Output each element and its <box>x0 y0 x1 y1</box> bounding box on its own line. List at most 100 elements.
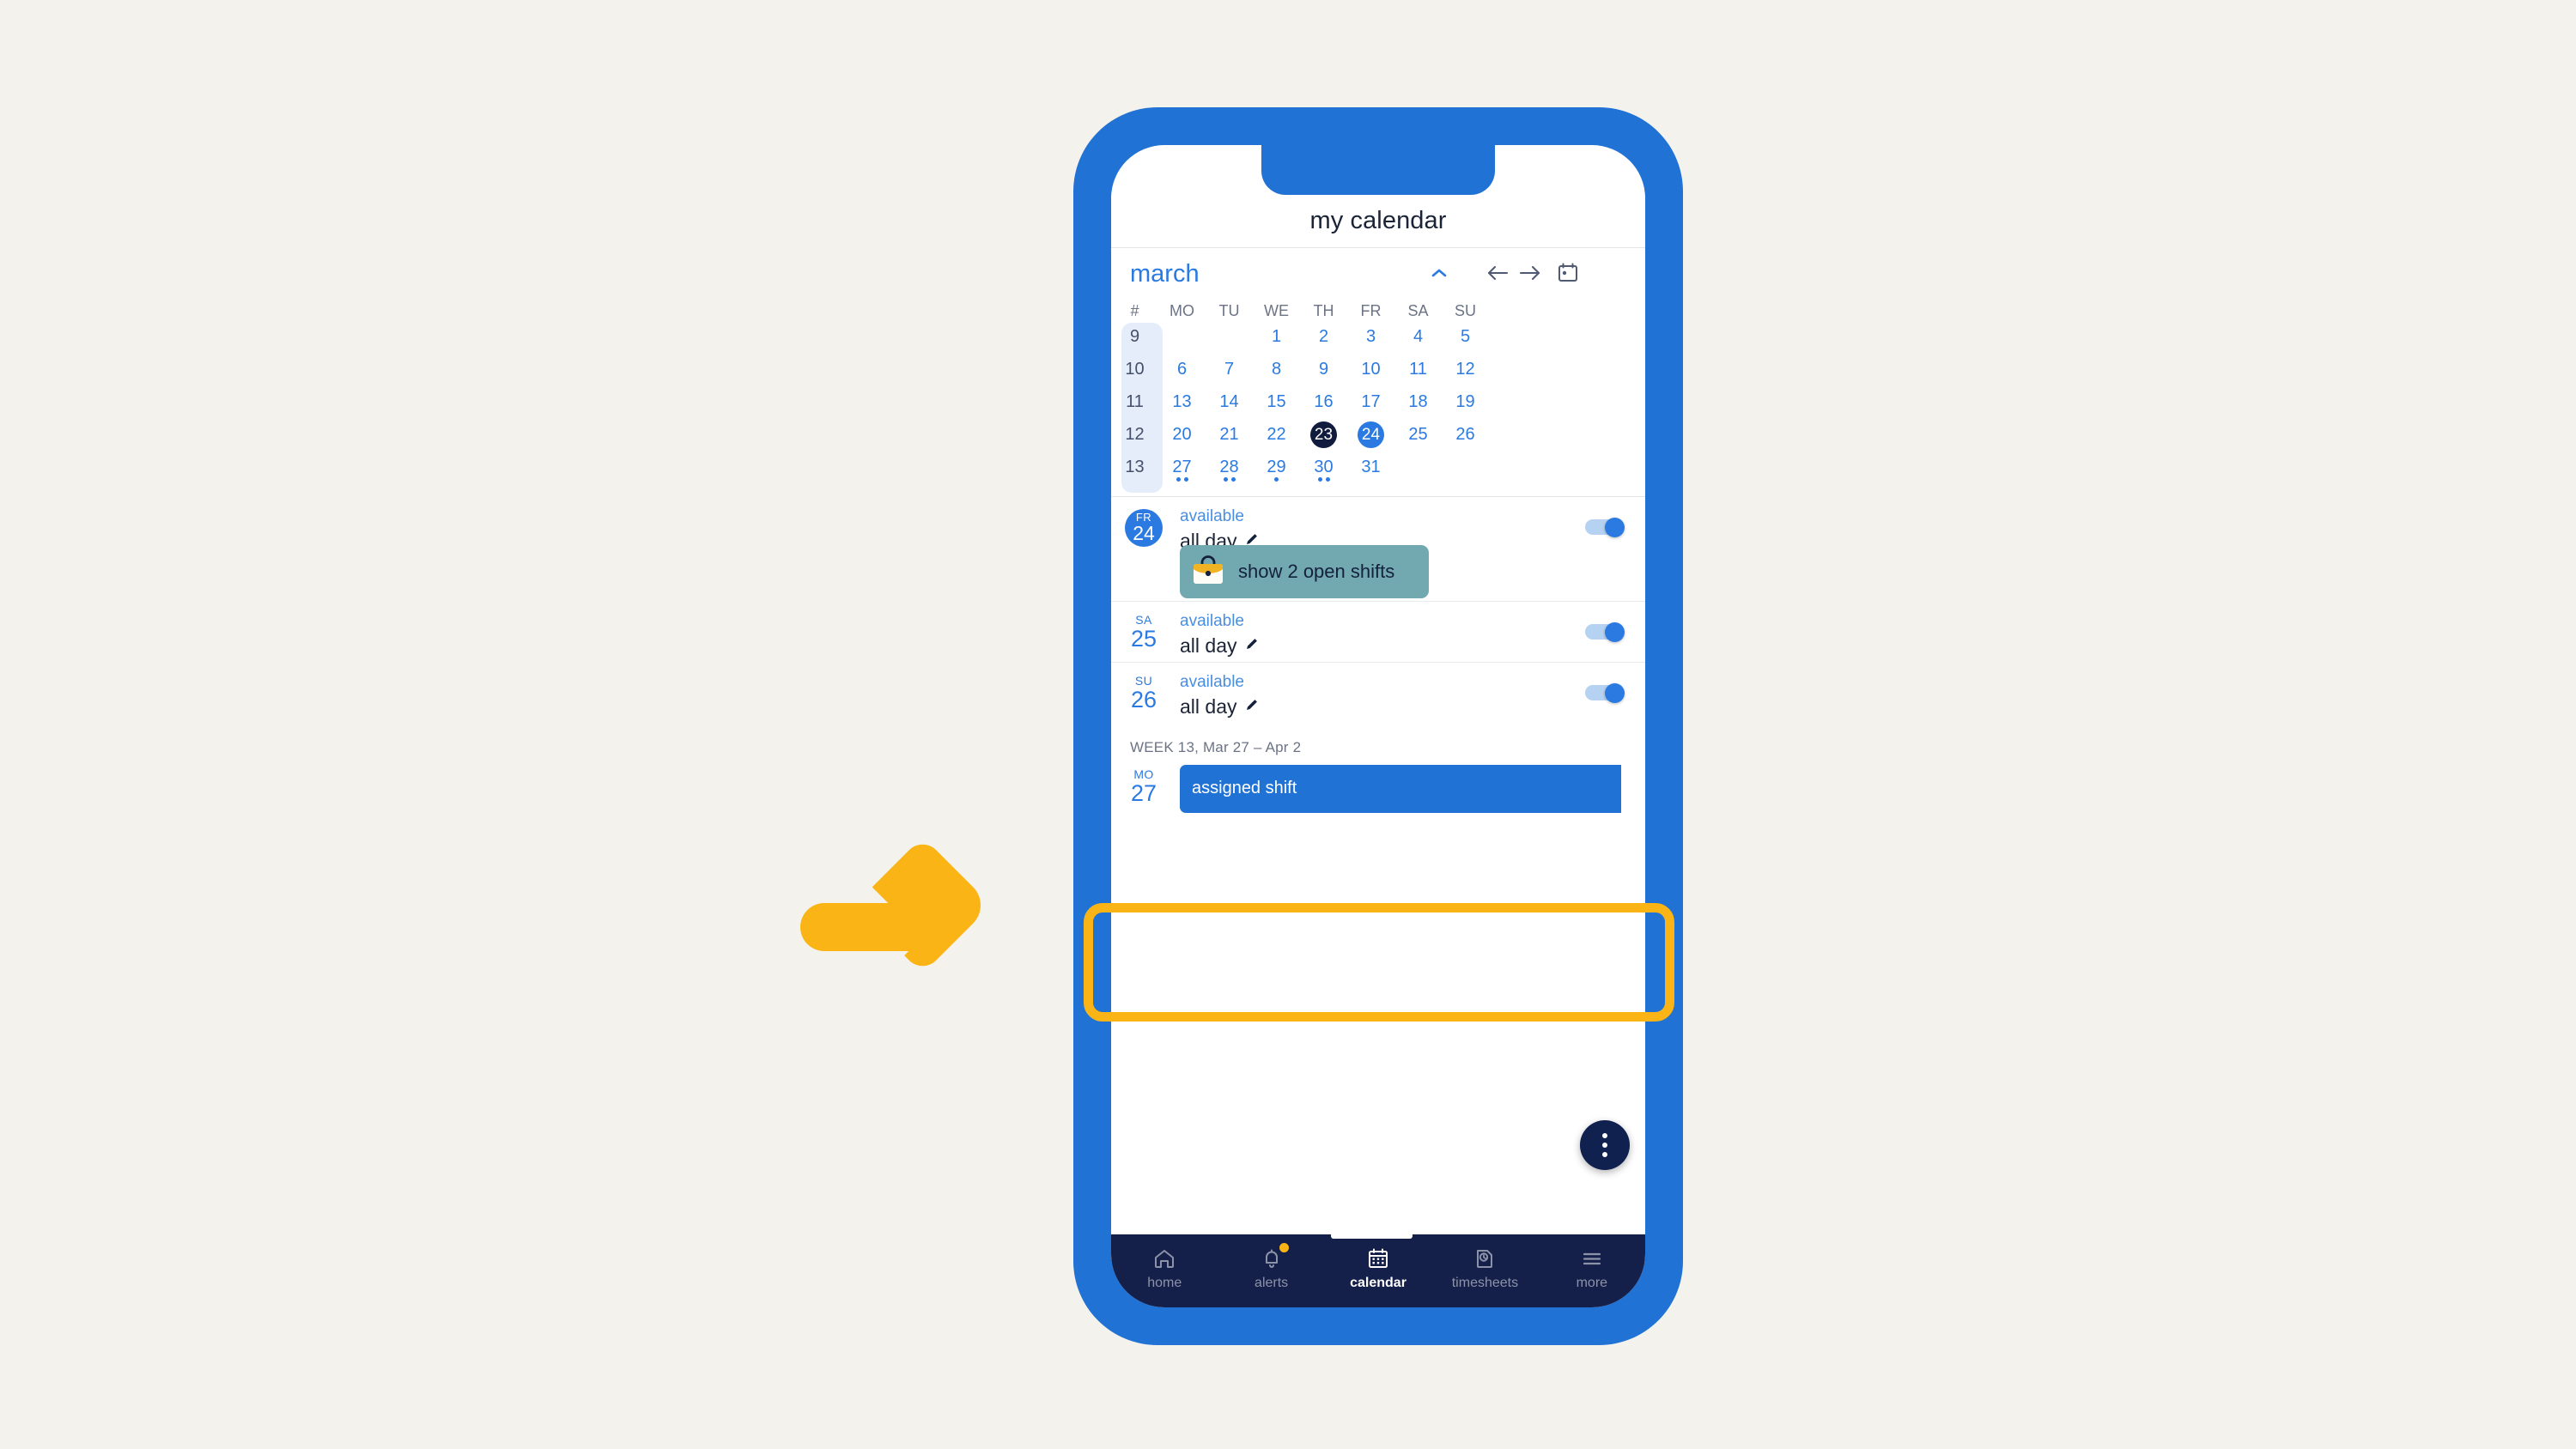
nav-item-timesheets[interactable]: timesheets <box>1431 1234 1538 1291</box>
calendar-day-empty <box>1206 323 1253 351</box>
calendar-grid: # MO TU WE TH FR SA SU 9 1 2 3 4 5 10 6 7 8 9 10 11 1… <box>1111 300 1645 496</box>
calendar-day-9[interactable]: 9 <box>1300 355 1347 384</box>
pencil-icon[interactable] <box>1244 636 1260 656</box>
show-open-shifts-button[interactable]: show 2 open shifts <box>1180 545 1429 598</box>
week-number: 11 <box>1126 392 1144 411</box>
allday-line: all day <box>1180 634 1260 658</box>
arrow-left-icon[interactable] <box>1480 256 1515 290</box>
day-chip-number: 24 <box>1133 522 1155 544</box>
calendar-day-18[interactable]: 18 <box>1394 388 1442 416</box>
allday-text: all day <box>1180 695 1237 718</box>
calendar-day-1[interactable]: 1 <box>1253 323 1300 351</box>
calendar-day-11[interactable]: 11 <box>1394 355 1442 384</box>
calendar-day-17[interactable]: 17 <box>1347 388 1394 416</box>
event-dots <box>1300 477 1347 482</box>
calendar-icon <box>1366 1246 1390 1271</box>
assigned-shift-bar[interactable]: assigned shift <box>1180 765 1621 813</box>
nav-item-home[interactable]: home <box>1111 1234 1218 1291</box>
day-chip-mo-27: MO 27 <box>1125 768 1163 806</box>
app-header: my calendar <box>1111 195 1645 248</box>
allday-line: all day <box>1180 695 1260 718</box>
arrow-right-icon[interactable] <box>1513 256 1547 290</box>
calendar-day-30[interactable]: 30 <box>1300 453 1347 482</box>
calendar-day-26[interactable]: 26 <box>1442 421 1489 449</box>
calendar-day-19[interactable]: 19 <box>1442 388 1489 416</box>
day-chip-su-26: SU 26 <box>1125 675 1163 712</box>
calendar-day-12[interactable]: 12 <box>1442 355 1489 384</box>
agenda-list: FR 24 available all day show 2 open shif… <box>1111 496 1645 1261</box>
bottom-navigation-bar: home alerts calendar timesheets more <box>1111 1234 1645 1307</box>
calendar-week-row: 12 20 21 22 23 24 25 26 <box>1111 421 1645 449</box>
calendar-day-8[interactable]: 8 <box>1253 355 1300 384</box>
day-chip-number: 27 <box>1130 780 1157 806</box>
calendar-day-20[interactable]: 20 <box>1158 421 1206 449</box>
calendar-day-31[interactable]: 31 <box>1347 453 1394 482</box>
calendar-day-27[interactable]: 27 <box>1158 453 1206 482</box>
toggle-thumb <box>1605 622 1625 642</box>
nav-item-more[interactable]: more <box>1539 1234 1645 1291</box>
week-number: 10 <box>1125 360 1145 379</box>
calendar-day-21[interactable]: 21 <box>1206 421 1253 449</box>
more-dot <box>1602 1143 1607 1148</box>
calendar-day-7[interactable]: 7 <box>1206 355 1253 384</box>
calendar-week-row: 9 12345 <box>1111 323 1645 351</box>
availability-status: available <box>1180 673 1244 691</box>
calendar-week-row: 10 6 7 8 9 10 11 12 <box>1111 355 1645 384</box>
agenda-row-su-26[interactable]: SU 26 available all day <box>1111 663 1645 724</box>
alerts-badge <box>1279 1243 1290 1252</box>
calendar-day-24[interactable]: 24 <box>1347 421 1394 449</box>
week-number: 12 <box>1125 425 1145 444</box>
toggle-thumb <box>1605 683 1625 703</box>
agenda-row-body: available all day <box>1180 610 1260 658</box>
calendar-day-6[interactable]: 6 <box>1158 355 1206 384</box>
nav-item-alerts[interactable]: alerts <box>1218 1234 1324 1291</box>
phone-notch <box>1261 145 1495 195</box>
month-toolbar: march <box>1111 249 1645 300</box>
arrow-shaft <box>800 903 938 951</box>
calendar-day-15[interactable]: 15 <box>1253 388 1300 416</box>
home-icon <box>1152 1246 1176 1271</box>
calendar-day-14[interactable]: 14 <box>1206 388 1253 416</box>
availability-toggle-sa-25[interactable] <box>1585 622 1625 642</box>
availability-status: available <box>1180 507 1244 525</box>
calendar-day-28[interactable]: 28 <box>1206 453 1253 482</box>
today-marker: 23 <box>1310 421 1337 448</box>
calendar-day-25[interactable]: 25 <box>1394 421 1442 449</box>
calendar-day-22[interactable]: 22 <box>1253 421 1300 449</box>
calendar-today-icon[interactable] <box>1551 256 1585 290</box>
calendar-day-23[interactable]: 23 <box>1300 421 1347 449</box>
calendar-day-2[interactable]: 2 <box>1300 323 1347 351</box>
event-dots <box>1253 477 1300 482</box>
event-dots <box>1158 477 1206 482</box>
calendar-day-4[interactable]: 4 <box>1394 323 1442 351</box>
chevron-up-icon[interactable] <box>1422 256 1456 290</box>
selected-day-marker: 24 <box>1358 421 1384 448</box>
nav-label: more <box>1576 1276 1608 1290</box>
agenda-row-sa-25[interactable]: SA 25 available all day <box>1111 602 1645 663</box>
calendar-day-29[interactable]: 29 <box>1253 453 1300 482</box>
availability-status: available <box>1180 612 1244 630</box>
calendar-day-3[interactable]: 3 <box>1347 323 1394 351</box>
calendar-day-5[interactable]: 5 <box>1442 323 1489 351</box>
agenda-row-fr-24[interactable]: FR 24 available all day show 2 open shif… <box>1111 497 1645 602</box>
calendar-day-13[interactable]: 13 <box>1158 388 1206 416</box>
availability-toggle-su-26[interactable] <box>1585 683 1625 703</box>
page-title: my calendar <box>1309 207 1447 234</box>
month-label[interactable]: march <box>1130 260 1200 288</box>
calendar-day-16[interactable]: 16 <box>1300 388 1347 416</box>
calendar-week-row: 11 13 14 15 16 17 18 19 <box>1111 388 1645 416</box>
briefcase-icon <box>1190 554 1226 591</box>
more-options-fab[interactable] <box>1580 1120 1630 1170</box>
pencil-icon[interactable] <box>1244 697 1260 717</box>
hamburger-icon <box>1580 1246 1604 1271</box>
agenda-row-mo-27[interactable]: MO 27 assigned shift <box>1111 765 1645 825</box>
more-dot <box>1602 1152 1607 1157</box>
calendar-day-10[interactable]: 10 <box>1347 355 1394 384</box>
nav-item-calendar[interactable]: calendar <box>1325 1234 1431 1291</box>
calendar-day-empty <box>1394 453 1442 482</box>
day-chip-number: 25 <box>1130 626 1157 652</box>
assigned-shift-label: assigned shift <box>1192 779 1297 797</box>
availability-toggle-fr-24[interactable] <box>1585 518 1625 537</box>
phone-screen: my calendar march # MO TU WE TH FR SA SU… <box>1111 145 1645 1307</box>
nav-label: home <box>1147 1276 1182 1290</box>
